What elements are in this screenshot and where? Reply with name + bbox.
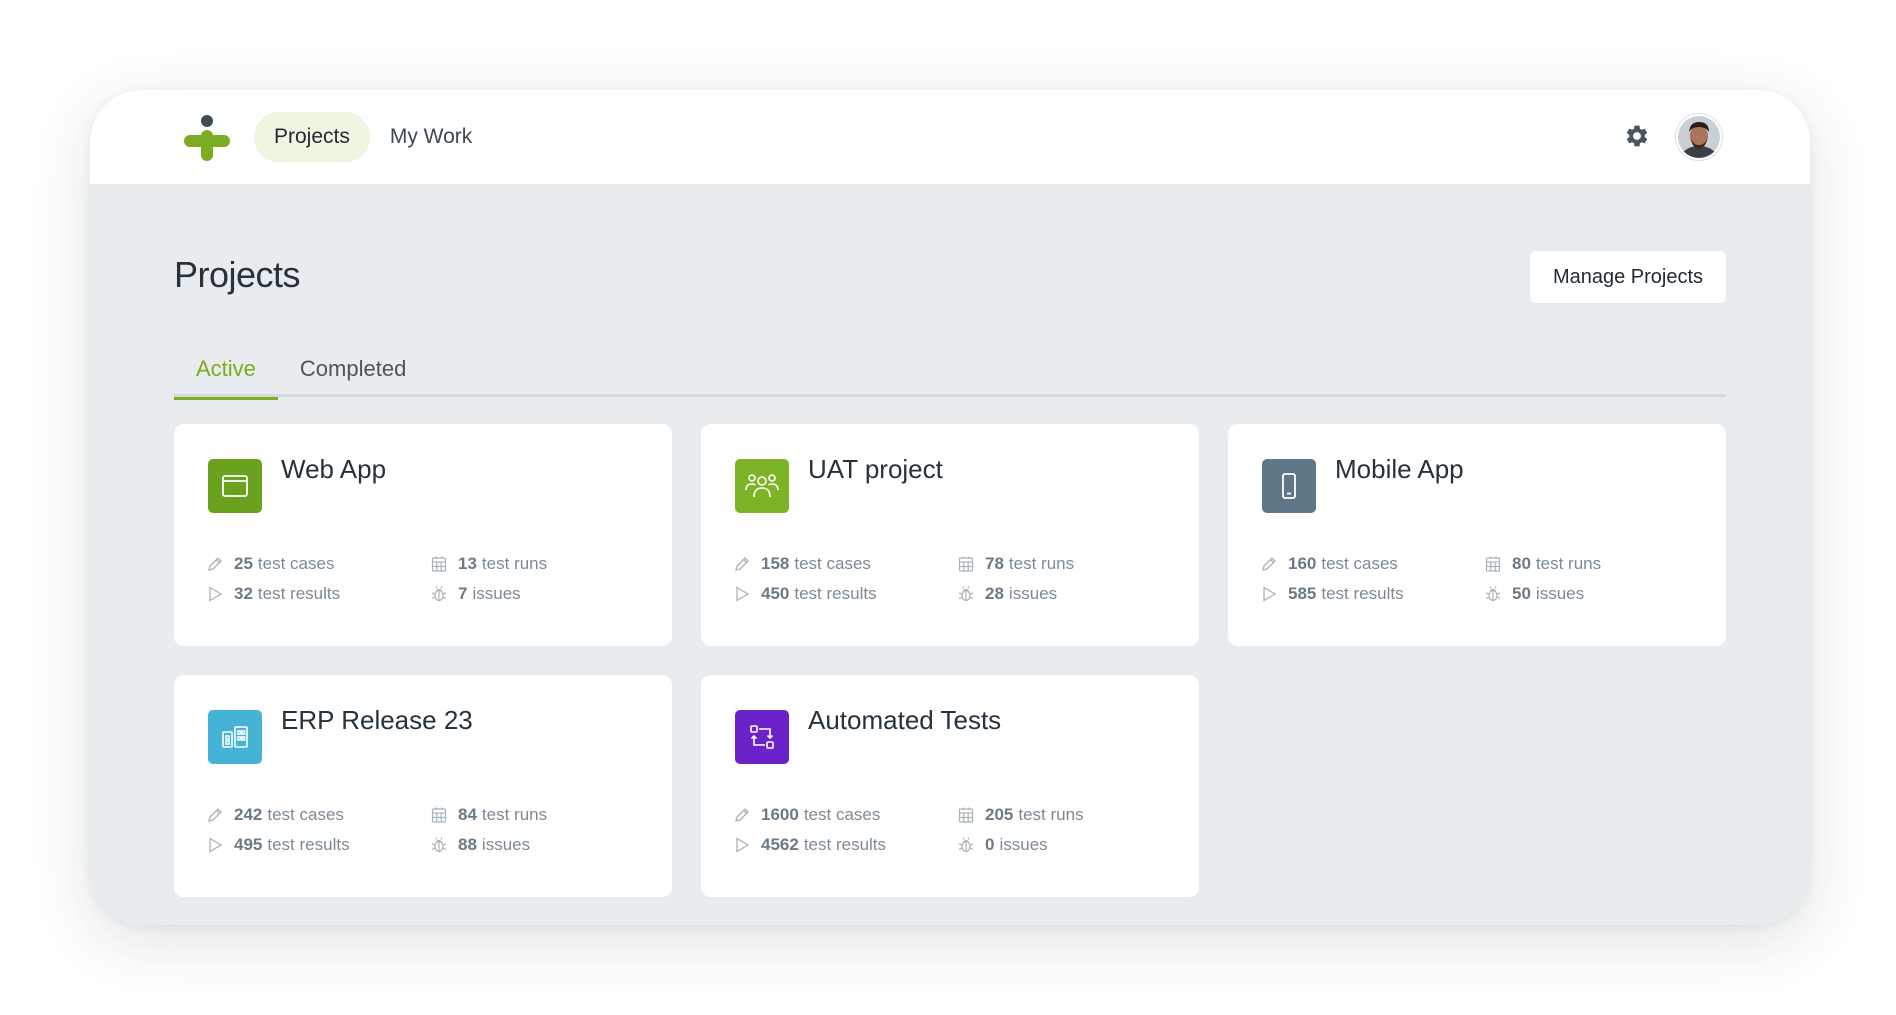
test-results-stat: 32 test results [206, 584, 340, 604]
bug-icon [957, 836, 975, 854]
project-card-uat-project[interactable]: UAT project 158 test cases 450 test result… [701, 424, 1199, 646]
project-card-mobile-app[interactable]: Mobile App 160 test cases 585 test results… [1228, 424, 1726, 646]
play-icon [206, 836, 224, 854]
bug-icon [957, 585, 975, 603]
project-card-erp-release-23[interactable]: ERP Release 23 242 test cases 495 test res… [174, 675, 672, 897]
top-navigation-bar: Projects My Work [90, 90, 1810, 184]
users-group-icon [735, 459, 789, 513]
app-window: Projects My Work Projects Manage Project… [90, 90, 1810, 925]
tab-completed[interactable]: Completed [278, 340, 428, 397]
project-name: Mobile App [1335, 454, 1464, 484]
calendar-icon [430, 806, 448, 824]
test-runs-stat: 13 test runs [430, 554, 547, 574]
pencil-icon [206, 806, 224, 824]
nav-my-work[interactable]: My Work [370, 112, 492, 162]
nav-projects[interactable]: Projects [254, 112, 370, 162]
tab-active[interactable]: Active [174, 340, 278, 400]
test-cases-stat: 160 test cases [1260, 554, 1398, 574]
project-name: Web App [281, 454, 387, 484]
main-nav: Projects My Work [254, 112, 492, 162]
test-results-stat: 450 test results [733, 584, 877, 604]
project-card-automated-tests[interactable]: Automated Tests 1600 test cases 4562 test … [701, 675, 1199, 897]
issues-stat: 28 issues [957, 584, 1057, 604]
app-logo[interactable] [182, 113, 232, 163]
pencil-icon [733, 806, 751, 824]
test-cases-stat: 242 test cases [206, 805, 344, 825]
bug-icon [430, 836, 448, 854]
issues-stat: 7 issues [430, 584, 521, 604]
bug-icon [430, 585, 448, 603]
test-cases-stat: 1600 test cases [733, 805, 880, 825]
project-name: ERP Release 23 [281, 705, 473, 735]
test-cases-stat: 158 test cases [733, 554, 871, 574]
test-results-stat: 4562 test results [733, 835, 886, 855]
calendar-icon [957, 555, 975, 573]
test-runs-stat: 205 test runs [957, 805, 1084, 825]
bug-icon [1484, 585, 1502, 603]
project-tabs: Active Completed [174, 340, 1726, 400]
calendar-icon [430, 555, 448, 573]
user-avatar[interactable] [1676, 114, 1722, 160]
play-icon [1260, 585, 1278, 603]
play-icon [733, 585, 751, 603]
calendar-icon [1484, 555, 1502, 573]
manage-projects-button[interactable]: Manage Projects [1530, 251, 1726, 303]
issues-stat: 88 issues [430, 835, 530, 855]
test-results-stat: 585 test results [1260, 584, 1404, 604]
test-cases-stat: 25 test cases [206, 554, 334, 574]
play-icon [733, 836, 751, 854]
test-runs-stat: 78 test runs [957, 554, 1074, 574]
play-icon [206, 585, 224, 603]
test-runs-stat: 84 test runs [430, 805, 547, 825]
building-modules-icon [208, 710, 262, 764]
page-title: Projects [174, 254, 301, 295]
pencil-icon [206, 555, 224, 573]
mobile-phone-icon [1262, 459, 1316, 513]
project-name: UAT project [808, 454, 943, 484]
project-name: Automated Tests [808, 705, 1002, 735]
test-runs-stat: 80 test runs [1484, 554, 1601, 574]
issues-stat: 0 issues [957, 835, 1048, 855]
issues-stat: 50 issues [1484, 584, 1584, 604]
pencil-icon [1260, 555, 1278, 573]
test-results-stat: 495 test results [206, 835, 350, 855]
automation-cycle-icon [735, 710, 789, 764]
project-card-web-app[interactable]: Web App 25 test cases 32 test results 13 te… [174, 424, 672, 646]
browser-window-icon [208, 459, 262, 513]
gear-icon[interactable] [1624, 123, 1650, 149]
pencil-icon [733, 555, 751, 573]
calendar-icon [957, 806, 975, 824]
